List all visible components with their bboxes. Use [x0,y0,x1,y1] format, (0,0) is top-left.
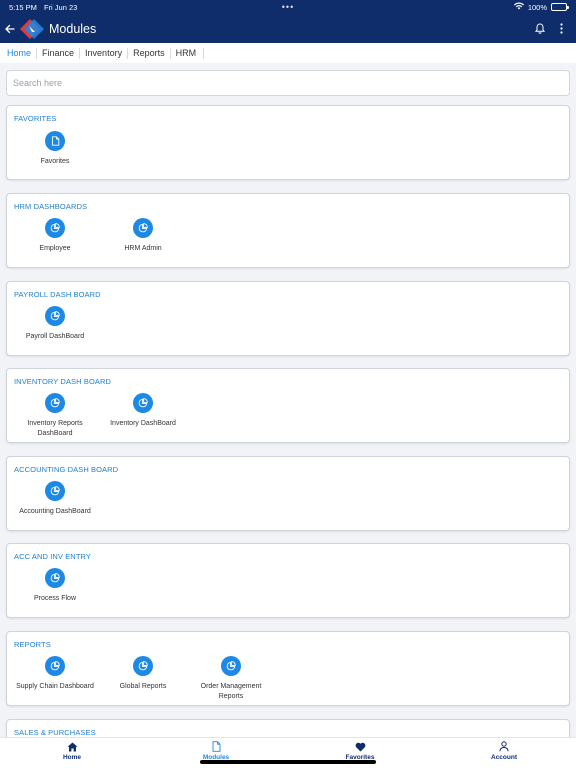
status-bar: 5:15 PM Fri Jun 23 ••• 100% [0,0,576,14]
pie-chart-icon [221,656,241,676]
status-date: Fri Jun 23 [43,2,78,12]
app-bar: Modules [0,14,576,43]
multitasking-dots[interactable]: ••• [282,2,294,12]
section-acc-inv-entry: ACC AND INV ENTRY Process Flow [6,543,570,618]
module-tabs: Home Finance Inventory Reports HRM [0,43,576,63]
pie-chart-icon [45,568,65,588]
nav-label: Account [491,754,517,761]
app-logo [19,18,45,40]
pie-chart-icon [133,656,153,676]
document-icon [210,741,222,752]
section-payroll-dashboard: PAYROLL DASH BOARD Payroll DashBoard [6,281,570,356]
pie-chart-icon [45,218,65,238]
pie-chart-icon [133,218,153,238]
document-icon [45,131,65,151]
more-vertical-icon[interactable] [554,21,568,37]
module-employee[interactable]: Employee [10,218,100,254]
module-label: Inventory DashBoard [110,420,176,427]
section-title: PAYROLL DASH BOARD [14,290,101,299]
home-indicator [200,760,376,764]
module-label: HRM Admin [124,245,162,252]
tab-hrm[interactable]: HRM [171,47,205,59]
section-reports: REPORTS Supply Chain Dashboard Global Re… [6,631,570,706]
module-label: Payroll DashBoard [25,333,85,340]
bell-icon[interactable] [532,21,548,37]
module-label: Process Flow [33,595,76,602]
status-time: 5:15 PM [9,2,37,12]
search-box [6,70,570,96]
section-title: HRM DASHBOARDS [14,202,88,211]
wifi-icon [513,2,524,12]
section-favorites: FAVORITES Favorites [6,105,570,180]
pie-chart-icon [45,306,65,326]
pie-chart-icon [45,393,65,413]
page-title: Modules [49,21,97,36]
section-title: SALES & PURCHASES [14,728,96,737]
module-order-management-reports[interactable]: Order Management Reports [186,656,276,702]
nav-account[interactable]: Account [432,738,576,768]
battery-icon [551,3,569,11]
pie-chart-icon [133,393,153,413]
module-hrm-admin[interactable]: HRM Admin [98,218,188,254]
section-accounting-dashboard: ACCOUNTING DASH BOARD Accounting DashBoa… [6,456,570,531]
section-title: ACC AND INV ENTRY [14,552,91,561]
pie-chart-icon [45,656,65,676]
module-label: Employee [39,245,71,252]
battery-percent: 100% [527,2,547,12]
tab-reports[interactable]: Reports [128,47,171,59]
module-supply-chain-dashboard[interactable]: Supply Chain Dashboard [10,656,100,692]
module-process-flow[interactable]: Process Flow [10,568,100,604]
module-inventory-dashboard[interactable]: Inventory DashBoard [98,393,188,429]
section-hrm-dashboards: HRM DASHBOARDS Employee HRM Admin [6,193,570,268]
tab-finance[interactable]: Finance [37,47,81,59]
nav-home[interactable]: Home [0,738,144,768]
module-inventory-reports-dashboard[interactable]: Inventory Reports DashBoard [10,393,100,439]
module-favorites[interactable]: Favorites [10,131,100,167]
module-label: Inventory Reports DashBoard [27,420,83,437]
heart-icon [354,741,366,752]
back-arrow-icon[interactable] [4,19,16,39]
section-title: ACCOUNTING DASH BOARD [14,465,119,474]
pie-chart-icon [45,481,65,501]
nav-label: Home [62,754,82,761]
module-accounting-dashboard[interactable]: Accounting DashBoard [10,481,100,517]
module-global-reports[interactable]: Global Reports [98,656,188,692]
tab-home[interactable]: Home [2,47,38,59]
search-input[interactable] [13,78,563,88]
module-label: Order Management Reports [200,683,262,700]
person-icon [498,741,510,752]
section-title: REPORTS [14,640,51,649]
module-payroll-dashboard[interactable]: Payroll DashBoard [10,306,100,342]
section-inventory-dashboard: INVENTORY DASH BOARD Inventory Reports D… [6,368,570,443]
module-label: Accounting DashBoard [19,508,91,515]
module-label: Favorites [40,158,70,165]
section-title: FAVORITES [14,114,57,123]
tab-inventory[interactable]: Inventory [80,47,129,59]
home-icon [66,741,78,752]
section-title: INVENTORY DASH BOARD [14,377,112,386]
module-label: Global Reports [119,683,167,690]
module-label: Supply Chain Dashboard [16,683,94,690]
